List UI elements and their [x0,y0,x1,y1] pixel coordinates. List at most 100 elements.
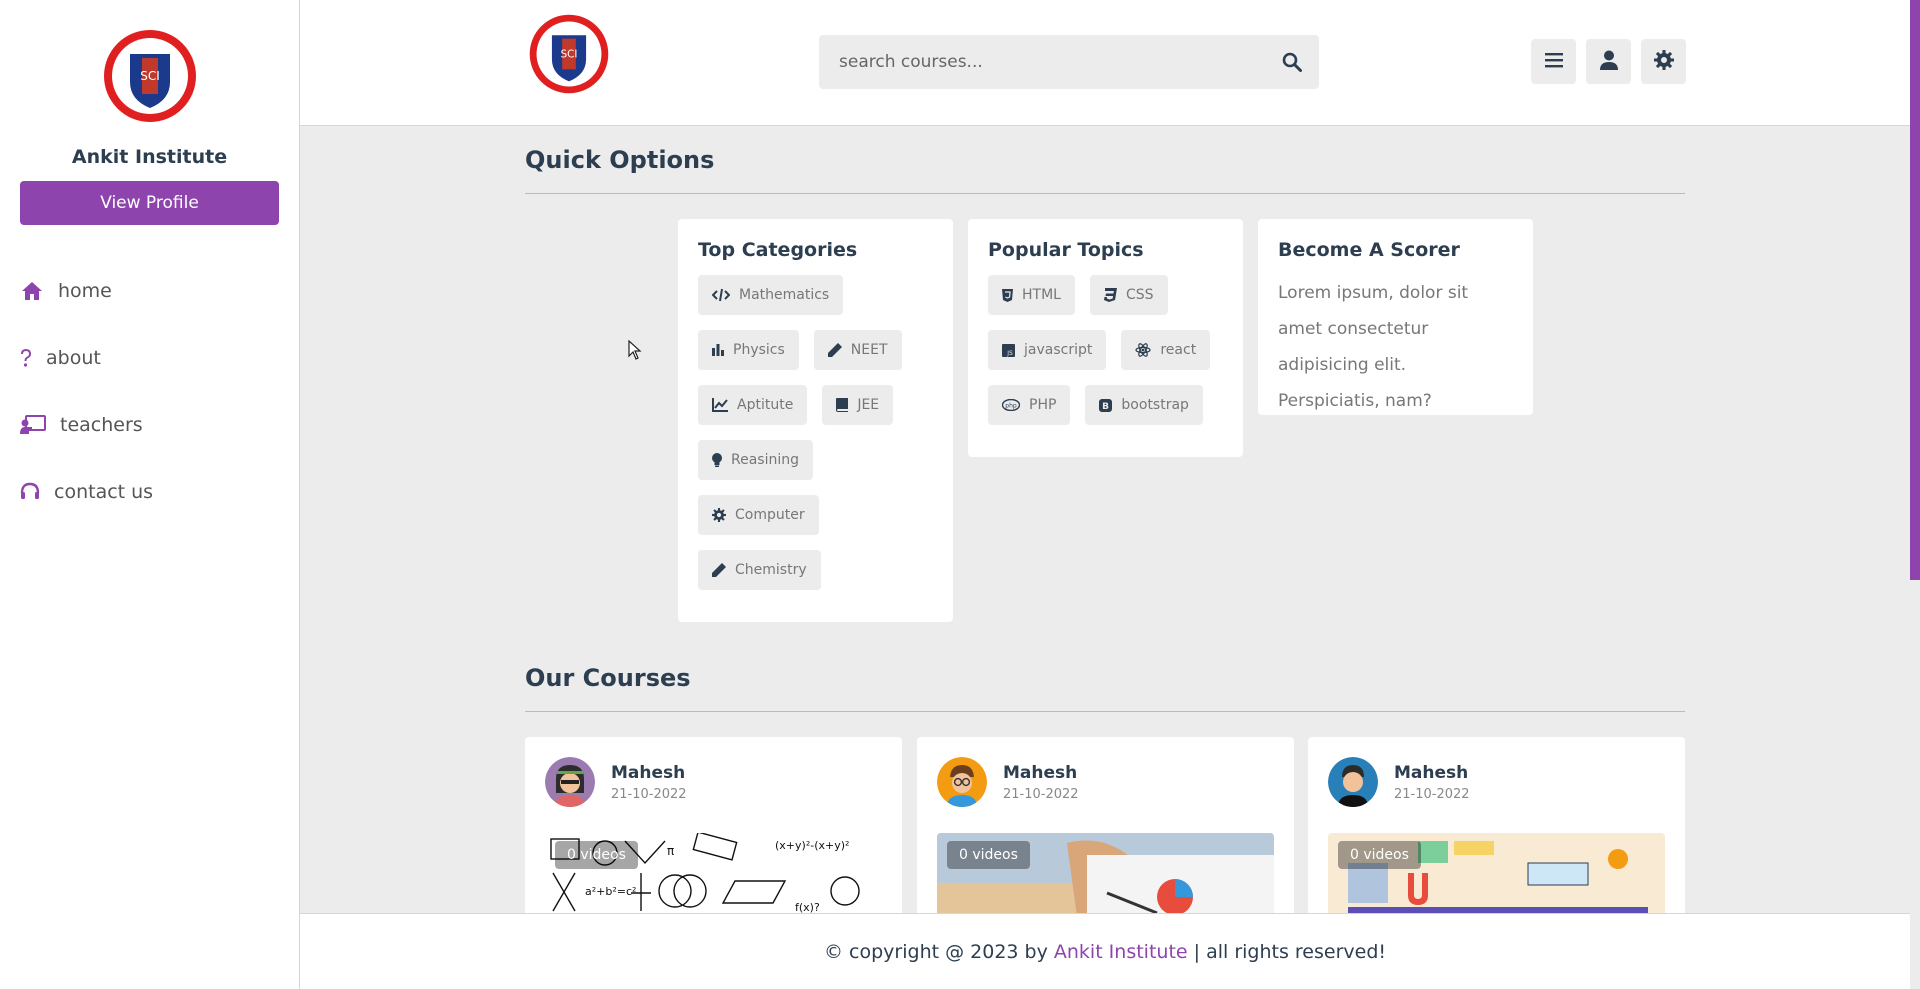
copyright-suffix: | all rights reserved! [1187,940,1386,963]
tag-bootstrap[interactable]: Bbootstrap [1085,385,1203,425]
js-icon: JS [1002,343,1015,357]
video-count-badge: 0 videos [947,841,1030,869]
our-courses-title: Our Courses [525,664,691,692]
tag-label: bootstrap [1121,397,1189,413]
course-date: 21-10-2022 [1003,786,1079,802]
bootstrap-icon: B [1099,398,1113,412]
scrollbar[interactable] [1910,0,1920,580]
course-date: 21-10-2022 [1394,786,1470,802]
tutor-info: Mahesh 21-10-2022 [545,757,687,807]
cog-icon [712,508,726,522]
become-scorer-box: Become A Scorer Lorem ipsum, dolor sit a… [1258,219,1533,415]
tag-chemistry[interactable]: Chemistry [698,550,821,590]
divider [525,193,1685,194]
sidebar-item-about[interactable]: about [0,324,299,391]
tag-react[interactable]: react [1121,330,1211,370]
footer-brand-link[interactable]: Ankit Institute [1054,941,1188,963]
question-icon [20,346,32,370]
sidebar: SCI Ankit Institute View Profile home ab… [0,0,300,989]
tag-reasining[interactable]: Reasining [698,440,813,480]
tag-html[interactable]: HTML [988,275,1075,315]
copyright-prefix: © copyright @ 2023 by [824,940,1054,963]
top-categories-title: Top Categories [698,239,858,261]
menu-button[interactable] [1531,39,1576,84]
tag-mathematics[interactable]: Mathematics [698,275,844,315]
book-icon [836,398,849,412]
tag-label: HTML [1022,287,1061,303]
header-actions [1531,39,1686,84]
sidebar-item-label: teachers [60,413,143,436]
institute-name: Ankit Institute [71,146,228,168]
course-date: 21-10-2022 [611,786,687,802]
tag-label: Aptitute [737,397,794,413]
settings-button[interactable] [1641,39,1686,84]
view-profile-button[interactable]: View Profile [20,181,279,225]
tag-php[interactable]: php PHP [988,385,1071,425]
svg-text:(x+y)²-(x+y)²: (x+y)²-(x+y)² [775,839,849,852]
code-icon [712,288,730,302]
institute-logo-icon: SCI [103,30,196,122]
sidebar-item-teachers[interactable]: teachers [0,391,299,458]
tag-label: CSS [1125,287,1154,303]
tag-physics[interactable]: Physics [698,330,799,370]
quick-options-title: Quick Options [525,146,715,174]
php-icon: php [1002,399,1020,411]
svg-text:a²+b²=c²: a²+b²=c² [585,885,636,898]
tag-label: Mathematics [739,287,830,303]
search-input[interactable] [819,52,1265,72]
video-count-badge: 0 videos [555,841,638,869]
tag-aptitute[interactable]: Aptitute [698,385,808,425]
course-card[interactable]: Mahesh 21-10-2022 0 videos [917,737,1294,917]
course-thumbnail[interactable]: 0 videos [937,833,1274,917]
svg-text:SCI: SCI [561,48,578,60]
topic-tags: HTML CSS JS javascript react php PHP Bboot… [988,275,1223,425]
tag-label: Computer [735,507,805,523]
svg-text:π: π [667,844,674,858]
top-header: SCI [300,0,1910,126]
chart-bar-icon [712,344,724,356]
sidebar-nav: home about teachers contact us [0,257,299,525]
popular-topics-title: Popular Topics [988,239,1144,261]
tag-label: JEE [857,397,880,413]
tag-label: react [1160,342,1197,358]
video-count-badge: 0 videos [1338,841,1421,869]
sidebar-item-label: home [58,279,112,302]
pen-icon [712,563,726,577]
search-icon[interactable] [1265,52,1319,72]
react-icon [1135,343,1151,357]
tag-label: NEET [850,342,888,358]
sidebar-item-contact[interactable]: contact us [0,458,299,525]
tag-javascript[interactable]: JS javascript [988,330,1107,370]
sidebar-logo: SCI [0,0,299,124]
tag-label: Physics [733,342,785,358]
chart-line-icon [712,398,728,412]
html5-icon [1002,288,1013,302]
tag-css[interactable]: CSS [1089,275,1168,315]
tag-neet[interactable]: NEET [813,330,902,370]
search-bar [819,35,1319,89]
sidebar-item-label: contact us [54,480,154,503]
course-card[interactable]: Mahesh 21-10-2022 0 videos [1308,737,1685,917]
course-thumbnail[interactable]: π (x+y)²-(x+y)² a²+b²=c² f(x)? 0 videos [545,833,882,917]
header-logo[interactable]: SCI [526,13,612,99]
svg-text:JS: JS [1006,350,1013,357]
course-card[interactable]: Mahesh 21-10-2022 π (x+y)²-(x+y)² a²+b²=… [525,737,902,917]
tutor-name: Mahesh [1003,762,1078,783]
tag-label: PHP [1029,397,1057,413]
lightbulb-icon [712,453,722,467]
tag-label: Chemistry [735,562,807,578]
gear-icon [1653,49,1674,74]
tag-label: Reasining [731,452,799,468]
tag-computer[interactable]: Computer [698,495,819,535]
top-categories-box: Top Categories Mathematics Physics NEET … [678,219,953,622]
chalkboard-teacher-icon [20,413,46,437]
svg-text:php: php [1005,403,1017,410]
svg-text:SCI: SCI [140,69,160,83]
user-button[interactable] [1586,39,1631,84]
category-tags: Mathematics Physics NEET Aptitute JEE Re… [698,275,933,590]
tag-jee[interactable]: JEE [822,385,894,425]
course-thumbnail[interactable]: 0 videos [1328,833,1665,917]
tutor-name: Mahesh [611,762,686,783]
sidebar-item-home[interactable]: home [0,257,299,324]
user-icon [1599,50,1618,74]
